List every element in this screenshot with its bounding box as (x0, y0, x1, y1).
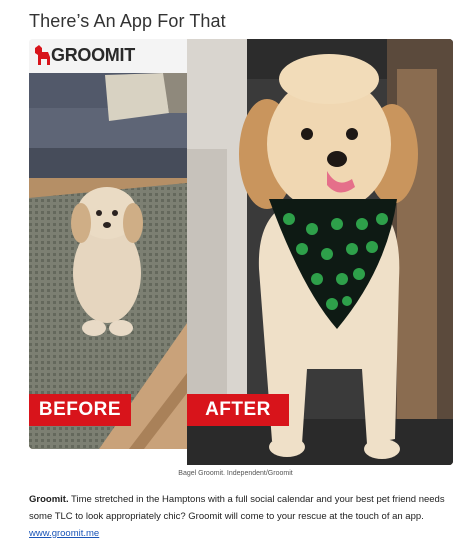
before-after-figure: GROOMIT BEFORE AFTER (29, 39, 453, 465)
groomit-link[interactable]: www.groomit.me (29, 528, 99, 539)
before-dog-image (29, 73, 187, 449)
after-label: AFTER (187, 394, 289, 426)
logo-text: GROOMIT (51, 45, 135, 65)
body-bold-lead: Groomit. (29, 494, 69, 505)
before-label: BEFORE (29, 394, 131, 426)
body-paragraph: Time stretched in the Hamptons with a fu… (29, 494, 445, 522)
dog-logo-icon (35, 45, 50, 65)
before-photo: GROOMIT (29, 39, 187, 449)
article-title: There’s An App For That (29, 11, 226, 31)
groomit-logo: GROOMIT (29, 39, 187, 73)
photo-caption: Bagel Groomit. Independent/Groomit (178, 470, 293, 477)
article-body: Groomit. Time stretched in the Hamptons … (29, 491, 449, 542)
